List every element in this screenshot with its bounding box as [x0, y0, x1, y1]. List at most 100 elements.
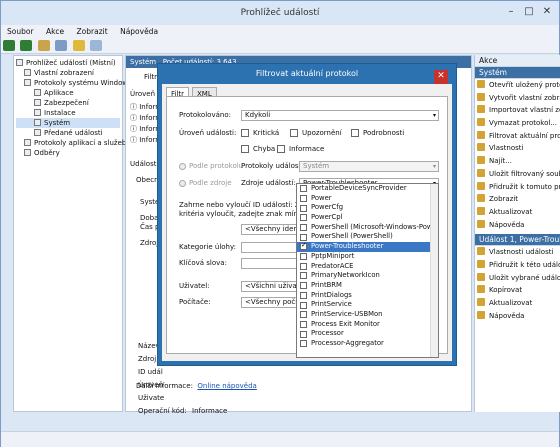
forward-icon[interactable] — [20, 40, 33, 51]
menu-file[interactable]: Soubor — [7, 27, 34, 36]
dropdown-item[interactable]: PowerShell (Microsoft-Windows-PowerShell… — [297, 223, 438, 233]
console-icon[interactable] — [55, 40, 68, 51]
tree-root[interactable]: Prohlížeč událostí (Místní) — [16, 58, 120, 68]
actions-section-event[interactable]: Událost 1, Power-Troubleshooter — [475, 234, 560, 247]
item-checkbox[interactable] — [300, 224, 307, 232]
menu-view[interactable]: Zobrazit — [77, 27, 108, 36]
actions-items1-0[interactable]: Otevřít uložený protokol — [475, 79, 560, 92]
tree-item-app-service-logs[interactable]: Protokoly aplikací a služeb — [16, 138, 126, 148]
title-bar: Prohlížeč událostí – □ ✕ — [1, 1, 559, 25]
actions-items1-1[interactable]: Vytvořit vlastní zobrazení — [475, 92, 560, 105]
maximize-icon[interactable]: □ — [521, 5, 537, 19]
actions-items2-4[interactable]: Aktualizovat — [475, 297, 560, 310]
item-label: PrintDialogs — [311, 290, 352, 299]
dropdown-item[interactable]: Power — [297, 194, 438, 204]
logged-select[interactable]: Kdykoli ▾ — [241, 110, 439, 121]
dropdown-item[interactable]: Processor-Aggregator — [297, 339, 438, 349]
level-critical-checkbox[interactable] — [241, 129, 249, 137]
item-checkbox[interactable] — [300, 242, 307, 251]
item-checkbox[interactable] — [300, 204, 307, 212]
level-verbose-checkbox[interactable] — [351, 129, 359, 137]
dropdown-item[interactable]: Processor — [297, 329, 438, 339]
tree-item-security[interactable]: Zabezpečení — [16, 98, 120, 108]
actions-items2-1[interactable]: Přidružit k této události — [475, 259, 560, 272]
logs-select[interactable]: Systém ▾ — [299, 161, 439, 172]
actions-items1-7[interactable]: Uložit filtrovaný soubor — [475, 168, 560, 181]
minimize-icon[interactable]: – — [503, 5, 519, 19]
actions-items1-5[interactable]: Vlastnosti — [475, 142, 560, 155]
field-label: Uživate — [138, 394, 165, 402]
actions-items1-6[interactable]: Najít... — [475, 155, 560, 168]
item-checkbox[interactable] — [300, 194, 307, 202]
status-bar — [1, 431, 559, 447]
item-checkbox[interactable] — [300, 214, 307, 222]
dropdown-item[interactable]: PptpMiniport — [297, 252, 438, 262]
action-label: Importovat vlastní zobrazení — [489, 106, 560, 115]
dropdown-item[interactable]: PredatorACE — [297, 262, 438, 272]
action-icon — [477, 92, 485, 101]
dropdown-item[interactable]: PowerCpl — [297, 213, 438, 223]
actions-items1-3[interactable]: Vymazat protokol... — [475, 117, 560, 130]
tree-item-windows-logs[interactable]: Protokoly systému Windows — [16, 78, 132, 88]
dropdown-item[interactable]: PrintBRM — [297, 281, 438, 291]
tree-item-custom-views[interactable]: Vlastní zobrazení — [16, 68, 120, 78]
actions-items1-8[interactable]: Přidružit k tomuto protokolu — [475, 181, 560, 194]
item-checkbox[interactable] — [300, 282, 307, 290]
item-checkbox[interactable] — [300, 185, 307, 193]
actions-items2-0[interactable]: Vlastnosti události — [475, 246, 560, 259]
online-help-link[interactable]: Online nápověda — [197, 382, 256, 390]
item-checkbox[interactable] — [300, 233, 307, 241]
actions-items2-2[interactable]: Uložit vybrané události — [475, 272, 560, 285]
help-icon[interactable] — [72, 40, 85, 51]
item-checkbox[interactable] — [300, 272, 307, 280]
dropdown-item[interactable]: Process Exit Monitor — [297, 320, 438, 330]
sources-dropdown-list[interactable]: PortableDeviceSyncProvider Power PowerCfg P… — [296, 183, 439, 358]
tree-item-setup[interactable]: Instalace — [16, 108, 120, 118]
dropdown-item[interactable]: PortableDeviceSyncProvider — [297, 184, 438, 194]
menu-action[interactable]: Akce — [46, 27, 64, 36]
tree-item-system[interactable]: Systém — [16, 118, 120, 128]
level-warning-checkbox[interactable] — [290, 129, 298, 137]
actions-items1-4[interactable]: Filtrovat aktuální protokol — [475, 130, 560, 143]
actions-section-system[interactable]: Systém — [475, 67, 560, 79]
item-checkbox[interactable] — [300, 301, 307, 309]
dropdown-item[interactable]: PrintDialogs — [297, 291, 438, 301]
close-icon[interactable]: ✕ — [539, 5, 555, 19]
dropdown-item[interactable]: PrintService-USBMon — [297, 310, 438, 320]
actions-items1-9[interactable]: Zobrazit — [475, 193, 560, 206]
item-checkbox[interactable] — [300, 253, 307, 261]
actions-items1-11[interactable]: Nápověda — [475, 219, 560, 232]
panel-icon[interactable] — [89, 40, 102, 51]
dropdown-item[interactable]: Power-Troubleshooter — [297, 242, 438, 252]
item-checkbox[interactable] — [300, 340, 307, 348]
tree-item-application[interactable]: Aplikace — [16, 88, 120, 98]
item-label: PowerCpl — [311, 213, 343, 222]
action-label: Najít... — [489, 157, 512, 166]
dropdown-item[interactable]: PrintService — [297, 300, 438, 310]
dropdown-item[interactable]: PowerShell (PowerShell) — [297, 232, 438, 242]
tree-item-subscriptions[interactable]: Odběry — [16, 148, 120, 158]
actions-items1-10[interactable]: Aktualizovat — [475, 206, 560, 219]
actions-items1-2[interactable]: Importovat vlastní zobrazení — [475, 104, 560, 117]
item-checkbox[interactable] — [300, 330, 307, 338]
column-level[interactable]: Úroveň — [130, 90, 155, 98]
actions-items2-5[interactable]: Nápověda — [475, 310, 560, 323]
dialog-close-icon[interactable]: ✕ — [434, 70, 448, 84]
item-checkbox[interactable] — [300, 262, 307, 270]
by-source-radio[interactable] — [179, 180, 186, 187]
item-checkbox[interactable] — [300, 311, 307, 319]
menu-help[interactable]: Nápověda — [120, 27, 158, 36]
dropdown-item[interactable]: PowerCfg — [297, 203, 438, 213]
dropdown-item[interactable]: PrimaryNetworkIcon — [297, 271, 438, 281]
tree-item-forwarded[interactable]: Předané události — [16, 128, 120, 138]
dropdown-scrollbar[interactable] — [430, 184, 438, 357]
level-error-checkbox[interactable] — [241, 145, 249, 153]
item-checkbox[interactable] — [300, 291, 307, 299]
level-info-checkbox[interactable] — [277, 145, 285, 153]
item-checkbox[interactable] — [300, 320, 307, 328]
by-log-radio[interactable] — [179, 163, 186, 170]
item-label: PrintService-USBMon — [311, 309, 383, 318]
back-icon[interactable] — [3, 40, 15, 51]
folder-icon[interactable] — [37, 40, 50, 51]
actions-items2-3[interactable]: Kopírovat — [475, 284, 560, 297]
